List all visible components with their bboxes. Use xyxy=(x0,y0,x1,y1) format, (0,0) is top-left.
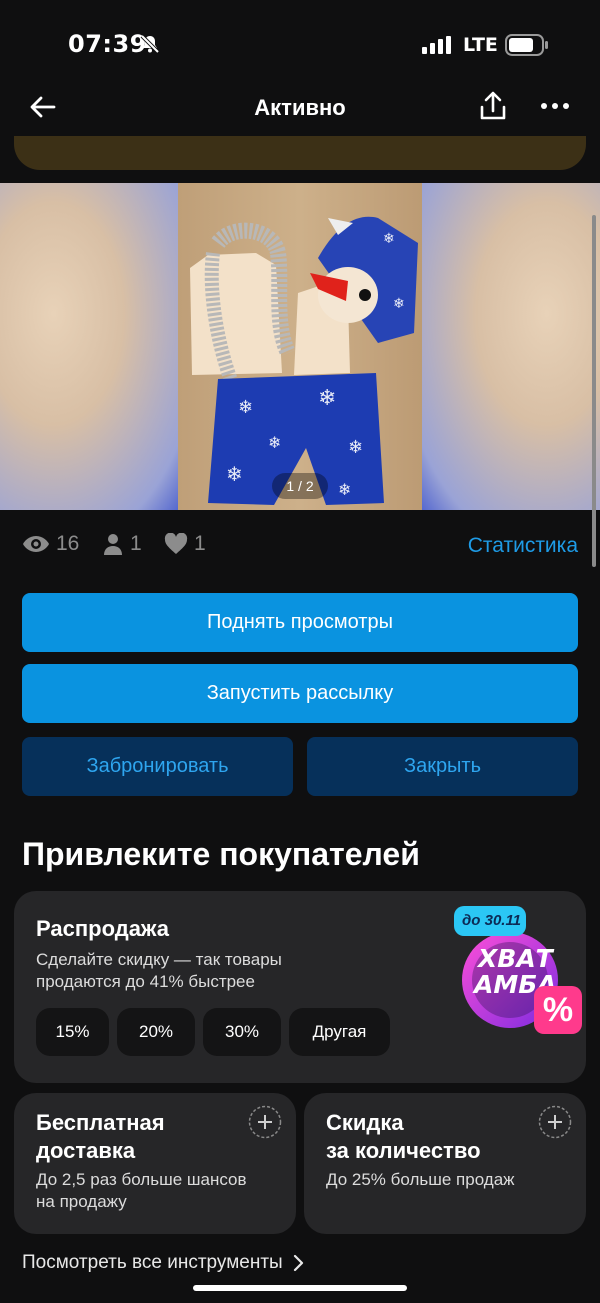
quantity-discount-card[interactable]: Скидка за количество До 25% больше прода… xyxy=(304,1093,586,1234)
blurred-background-left xyxy=(0,183,178,510)
favorites-count: 1 xyxy=(194,532,206,555)
quantity-discount-title-line1: Скидка xyxy=(326,1110,404,1135)
free-delivery-title-line2: доставка xyxy=(36,1138,136,1163)
sale-desc-line1: Сделайте скидку — так товары xyxy=(36,950,282,969)
share-icon[interactable] xyxy=(478,90,508,127)
photo-counter: 1 / 2 xyxy=(272,473,328,499)
svg-text:❄: ❄ xyxy=(393,296,405,312)
all-tools-label: Посмотреть все инструменты xyxy=(22,1252,283,1273)
svg-text:❄: ❄ xyxy=(318,386,336,411)
blurred-background-right xyxy=(422,183,600,510)
add-plus-icon[interactable] xyxy=(248,1105,282,1144)
discount-chip-other[interactable]: Другая xyxy=(289,1008,390,1056)
stats-row: 16 1 1 Статистика xyxy=(22,532,578,564)
promo-date: до 30.11 xyxy=(462,912,522,929)
signal-icon xyxy=(422,36,454,59)
contacts-stat: 1 xyxy=(102,532,142,556)
heart-icon xyxy=(164,533,188,554)
top-nav: Активно xyxy=(0,80,600,136)
chevron-right-icon xyxy=(293,1254,303,1272)
contacts-count: 1 xyxy=(130,532,142,555)
svg-text:❄: ❄ xyxy=(338,480,351,499)
svg-text:❄: ❄ xyxy=(348,437,363,458)
listing-photo[interactable]: ❄ ❄ ❄ ❄ ❄ ❄ ❄ ❄ xyxy=(178,183,422,510)
add-plus-icon[interactable] xyxy=(538,1105,572,1144)
discount-chip-30[interactable]: 30% xyxy=(203,1008,281,1056)
views-count: 16 xyxy=(56,532,80,555)
svg-text:❄: ❄ xyxy=(226,462,243,486)
discount-chip-20[interactable]: 20% xyxy=(117,1008,195,1056)
quantity-discount-desc: До 25% больше продаж xyxy=(326,1170,515,1189)
svg-text:❄: ❄ xyxy=(268,433,281,452)
eye-icon xyxy=(23,536,49,552)
silent-bell-icon xyxy=(140,34,160,59)
free-delivery-desc-line1: До 2,5 раз больше шансов xyxy=(36,1170,247,1189)
photo-gallery[interactable]: ❄ ❄ ❄ ❄ ❄ ❄ ❄ ❄ 1 / 2 xyxy=(0,183,600,510)
svg-text:❄: ❄ xyxy=(383,231,395,247)
banner-peek[interactable] xyxy=(14,136,586,170)
person-icon xyxy=(104,534,122,555)
promo-badge: до 30.11 ХВАТ АМБА % xyxy=(438,902,588,1042)
views-stat: 16 xyxy=(22,532,79,556)
home-indicator[interactable] xyxy=(193,1285,407,1291)
section-title: Привлеките покупателей xyxy=(22,836,420,872)
discount-chip-15[interactable]: 15% xyxy=(36,1008,109,1056)
status-time: 07:39 xyxy=(68,30,147,58)
battery-icon xyxy=(505,34,549,61)
more-options-icon[interactable] xyxy=(540,94,570,123)
page-title: Активно xyxy=(254,95,346,120)
free-delivery-card[interactable]: Бесплатная доставка До 2,5 раз больше ша… xyxy=(14,1093,296,1234)
network-type: LTE xyxy=(463,34,498,56)
all-tools-link[interactable]: Посмотреть все инструменты xyxy=(22,1252,305,1274)
close-listing-button[interactable]: Закрыть xyxy=(307,737,578,796)
free-delivery-desc-line2: на продажу xyxy=(36,1192,127,1211)
raise-views-button[interactable]: Поднять просмотры xyxy=(22,593,578,652)
reserve-button[interactable]: Забронировать xyxy=(22,737,293,796)
scrollbar[interactable] xyxy=(592,215,596,567)
status-bar: 07:39 LTE xyxy=(0,0,600,80)
sale-desc-line2: продаются до 41% быстрее xyxy=(36,972,255,991)
statistics-link[interactable]: Статистика xyxy=(468,534,578,558)
favorites-stat: 1 xyxy=(164,532,206,556)
percent-badge: % xyxy=(534,986,582,1034)
sale-title: Распродажа xyxy=(36,916,170,941)
quantity-discount-title-line2: за количество xyxy=(326,1138,481,1163)
promo-text-line1: ХВАТ xyxy=(478,944,553,973)
svg-text:❄: ❄ xyxy=(238,397,253,418)
free-delivery-title-line1: Бесплатная xyxy=(36,1110,165,1135)
mailing-button[interactable]: Запустить рассылку xyxy=(22,664,578,723)
